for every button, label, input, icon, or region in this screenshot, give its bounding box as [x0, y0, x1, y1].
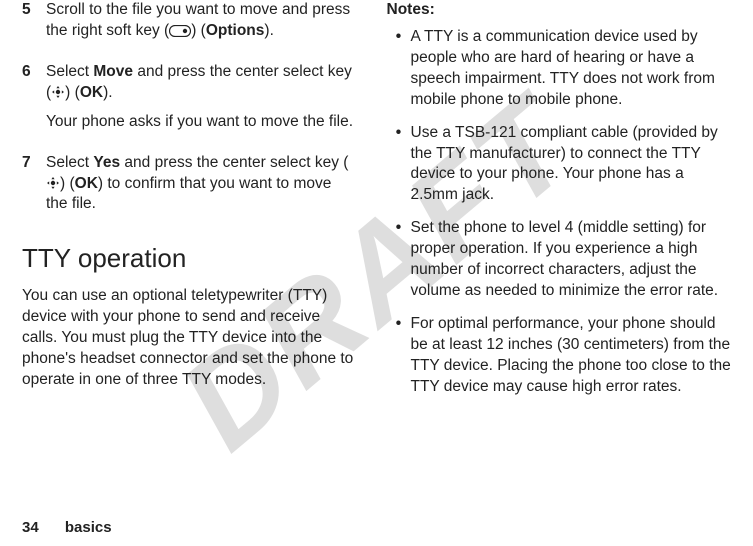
bold-text: Move — [93, 63, 133, 80]
center-select-icon — [51, 85, 65, 99]
bold-text: Yes — [93, 154, 120, 171]
bold-text: OK — [75, 175, 98, 192]
section-heading: TTY operation — [22, 241, 357, 276]
bullet-text: For optimal performance, your phone shou… — [411, 314, 732, 398]
step-item: 6Select Move and press the center select… — [22, 62, 357, 141]
bullet-text: A TTY is a communication device used by … — [411, 27, 732, 111]
bold-text: Options — [206, 22, 265, 39]
step-body: Select Yes and press the center select k… — [46, 153, 357, 224]
step-number: 5 — [22, 0, 46, 50]
notes-label: Notes: — [387, 0, 732, 21]
note-bullet: •Use a TSB-121 compliant cable (provided… — [387, 123, 732, 207]
notes-bullets: •A TTY is a communication device used by… — [387, 27, 732, 398]
step-paragraph: Select Move and press the center select … — [46, 62, 357, 104]
step-item: 7Select Yes and press the center select … — [22, 153, 357, 224]
center-select-icon — [46, 176, 60, 190]
step-body: Scroll to the file you want to move and … — [46, 0, 357, 50]
note-bullet: •Set the phone to level 4 (middle settin… — [387, 218, 732, 302]
note-bullet: •For optimal performance, your phone sho… — [387, 314, 732, 398]
bullet-text: Set the phone to level 4 (middle setting… — [411, 218, 732, 302]
step-item: 5Scroll to the file you want to move and… — [22, 0, 357, 50]
right-column: Notes: •A TTY is a communication device … — [377, 0, 732, 546]
step-paragraph: Scroll to the file you want to move and … — [46, 0, 357, 42]
bullet-dot-icon: • — [387, 218, 411, 302]
note-bullet: •A TTY is a communication device used by… — [387, 27, 732, 111]
bullet-dot-icon: • — [387, 314, 411, 398]
intro-paragraph: You can use an optional teletypewriter (… — [22, 286, 357, 391]
page-content: 5Scroll to the file you want to move and… — [0, 0, 753, 546]
step-body: Select Move and press the center select … — [46, 62, 357, 141]
steps-list: 5Scroll to the file you want to move and… — [22, 0, 357, 223]
bold-text: OK — [80, 84, 103, 101]
bullet-text: Use a TSB-121 compliant cable (provided … — [411, 123, 732, 207]
step-number: 7 — [22, 153, 46, 224]
bullet-dot-icon: • — [387, 123, 411, 207]
left-column: 5Scroll to the file you want to move and… — [22, 0, 377, 546]
step-number: 6 — [22, 62, 46, 141]
softkey-right-icon — [169, 25, 191, 37]
bullet-dot-icon: • — [387, 27, 411, 111]
step-paragraph: Select Yes and press the center select k… — [46, 153, 357, 216]
step-paragraph: Your phone asks if you want to move the … — [46, 112, 357, 133]
